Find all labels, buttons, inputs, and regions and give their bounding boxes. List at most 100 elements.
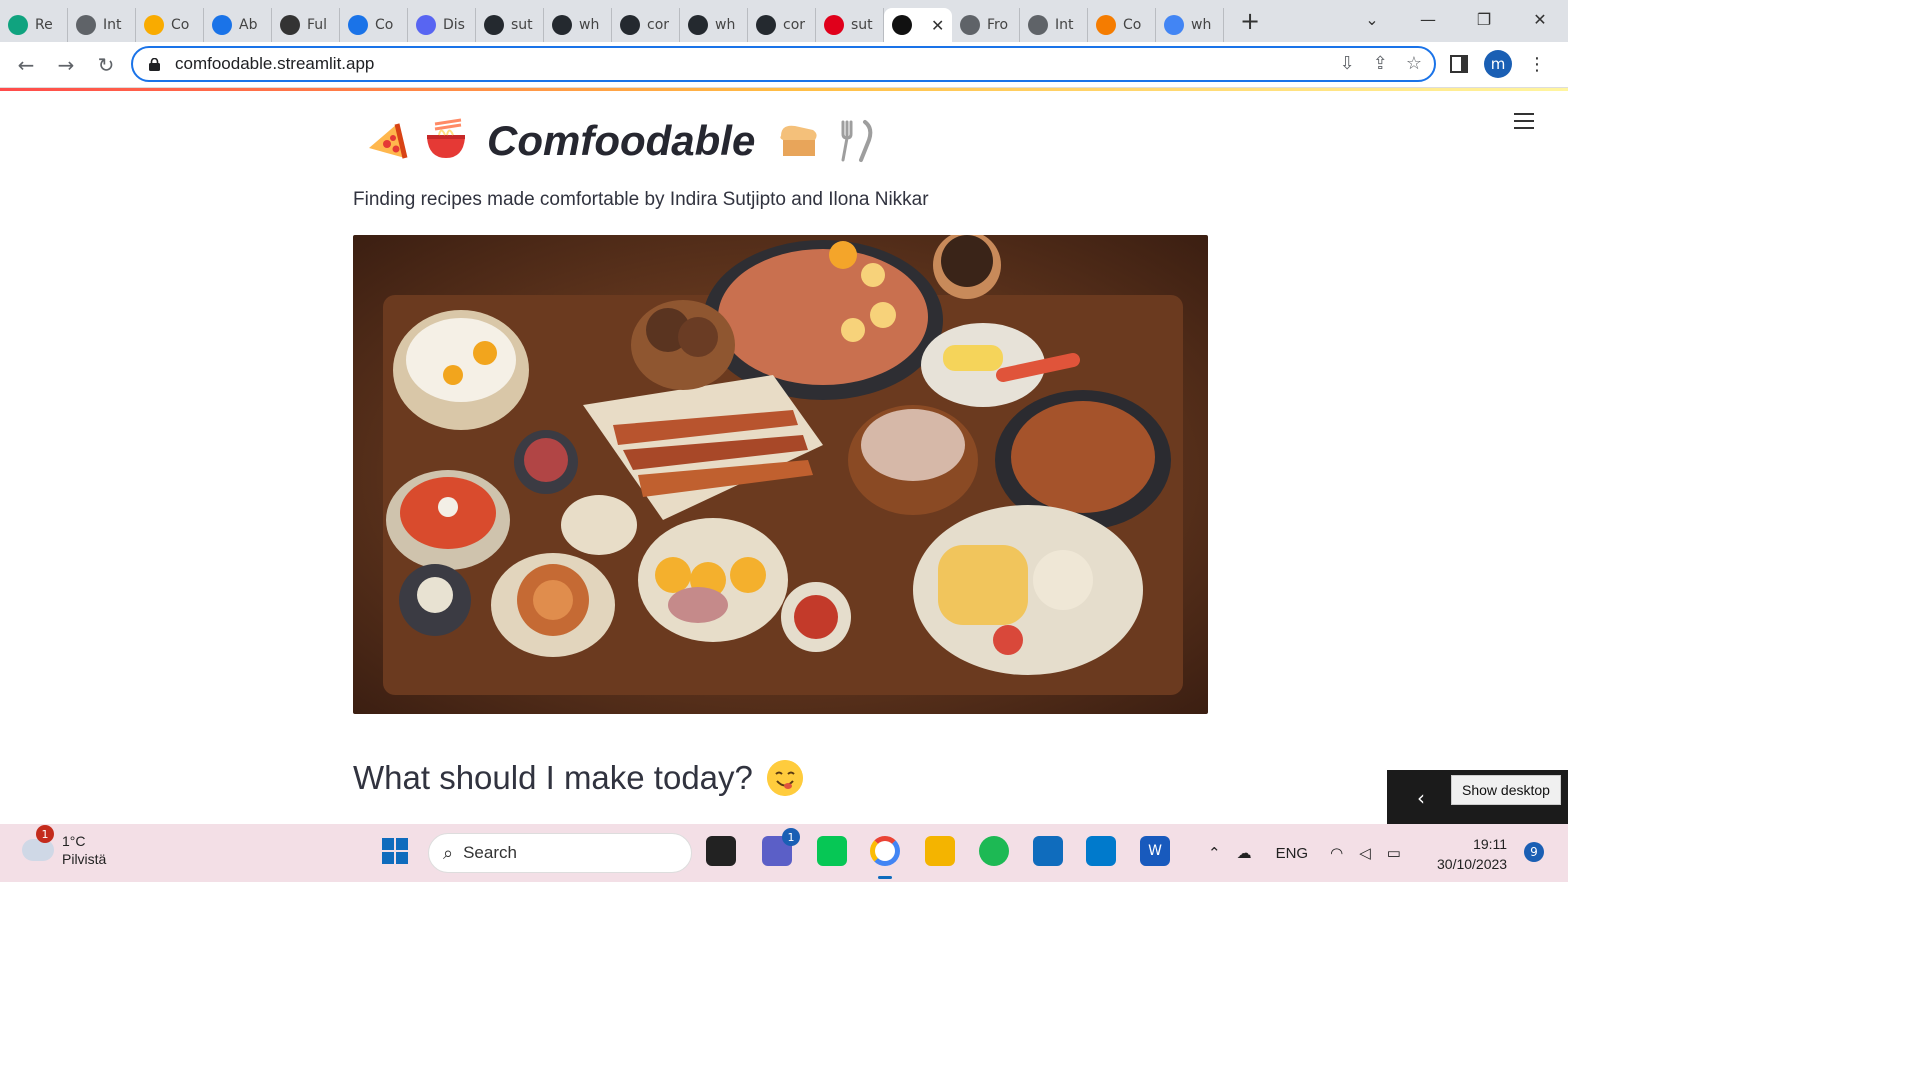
windows-taskbar: 1 1°C Pilvistä ⌕ Search 1 W ⌃ ☁ ENG ◠ ◁ …	[0, 824, 1568, 882]
yum-face-icon	[766, 760, 803, 796]
tab-search-icon[interactable]: ⌄	[1344, 10, 1400, 29]
tab-label: Ful	[307, 17, 328, 33]
app-page: Comfoodable Finding recipes made comfort…	[0, 91, 1568, 824]
tab-label: Int	[103, 17, 122, 33]
coursera-icon	[1096, 15, 1116, 35]
weather-widget[interactable]: 1 1°C Pilvistä	[22, 825, 107, 868]
github-icon	[756, 15, 776, 35]
section-heading-text: What should I make today?	[353, 759, 753, 796]
active-app-indicator	[878, 876, 892, 879]
profile-avatar[interactable]: m	[1484, 50, 1512, 78]
browser-tab[interactable]: wh	[1156, 8, 1224, 42]
app-subtitle: Finding recipes made comfortable by Indi…	[353, 189, 929, 210]
browser-tab[interactable]: Dis	[408, 8, 476, 42]
battery-icon[interactable]: ▭	[1387, 844, 1401, 862]
restore-button[interactable]: ❐	[1456, 10, 1512, 29]
chrome-icon[interactable]	[870, 836, 900, 866]
minimize-button[interactable]: —	[1400, 10, 1456, 29]
close-window-button[interactable]: ✕	[1512, 10, 1568, 29]
lock-icon[interactable]	[149, 57, 160, 71]
volume-icon[interactable]: ◁	[1359, 844, 1371, 862]
main-menu-icon[interactable]	[1514, 113, 1534, 134]
forward-button[interactable]: →	[46, 53, 86, 77]
globe-icon	[960, 15, 980, 35]
windows-logo-icon	[382, 838, 408, 864]
bookmark-star-icon[interactable]: ☆	[1406, 53, 1422, 74]
install-app-icon[interactable]: ⇩	[1340, 53, 1355, 74]
tab-label: Fro	[987, 17, 1009, 33]
file-explorer-icon[interactable]	[925, 836, 955, 866]
globe-icon	[1028, 15, 1048, 35]
browser-tab[interactable]: Int	[68, 8, 136, 42]
language-indicator[interactable]: ENG	[1276, 845, 1309, 862]
browser-tab[interactable]: ✕	[884, 8, 952, 42]
streamlit-icon	[824, 15, 844, 35]
close-tab-icon[interactable]: ✕	[931, 16, 944, 35]
tab-label: cor	[783, 17, 806, 33]
task-view-icon[interactable]	[706, 836, 736, 866]
browser-tab[interactable]: Co	[340, 8, 408, 42]
github-icon	[620, 15, 640, 35]
teams-icon[interactable]: 1	[762, 828, 800, 866]
start-button[interactable]	[380, 836, 410, 866]
outlook-icon[interactable]	[1033, 836, 1063, 866]
tab-label: wh	[1191, 17, 1212, 33]
address-bar[interactable]: comfoodable.streamlit.app ⇩ ⇪ ☆	[131, 46, 1436, 82]
tab-label: Re	[35, 17, 53, 33]
browser-tab[interactable]: sut	[476, 8, 544, 42]
tab-label: cor	[647, 17, 670, 33]
browser-menu-icon[interactable]: ⋮	[1528, 54, 1546, 75]
back-button[interactable]: ←	[6, 53, 46, 77]
vscode-icon[interactable]	[1086, 836, 1116, 866]
browser-tab[interactable]: cor	[612, 8, 680, 42]
browser-tab[interactable]: Ful	[272, 8, 340, 42]
line-icon[interactable]	[817, 836, 847, 866]
browser-tab[interactable]: Ab	[204, 8, 272, 42]
browser-tab[interactable]: Re	[0, 8, 68, 42]
github-icon	[688, 15, 708, 35]
browser-tab-strip: Re Int Co Ab Ful Co Dis sut wh cor wh cor sut ✕ Fro Int…	[0, 0, 1568, 42]
chevron-up-icon[interactable]: ⌃	[1208, 844, 1221, 862]
onedrive-icon[interactable]: ☁	[1237, 844, 1252, 862]
shield-icon	[348, 15, 368, 35]
browser-tab[interactable]: Int	[1020, 8, 1088, 42]
url-text: comfoodable.streamlit.app	[175, 54, 375, 73]
word-icon[interactable]: W	[1140, 836, 1170, 866]
tab-list: Re Int Co Ab Ful Co Dis sut wh cor wh cor sut ✕ Fro Int…	[0, 0, 1224, 42]
tab-label: Co	[375, 17, 394, 33]
tab-label: sut	[511, 17, 533, 33]
weather-desc: Pilvistä	[62, 851, 107, 867]
show-desktop-panel[interactable]: ‹ Show desktop	[1387, 770, 1568, 824]
tab-label: wh	[579, 17, 600, 33]
app-title-text: Comfoodable	[487, 117, 756, 164]
notification-badge[interactable]: 9	[1524, 842, 1544, 862]
browser-tab[interactable]: Co	[136, 8, 204, 42]
github-icon	[552, 15, 572, 35]
square-icon	[280, 15, 300, 35]
clock[interactable]: 19:11 30/10/2023	[1437, 834, 1507, 874]
reload-button[interactable]: ↻	[86, 53, 126, 77]
browser-tab[interactable]: Fro	[952, 8, 1020, 42]
browser-tab[interactable]: sut	[816, 8, 884, 42]
share-icon[interactable]: ⇪	[1373, 53, 1388, 74]
pizza-icon	[369, 123, 408, 159]
search-placeholder: Search	[463, 843, 517, 862]
toolbar-right: m ⋮	[1450, 50, 1546, 78]
chevron-left-icon[interactable]: ‹	[1417, 786, 1425, 810]
browser-tab[interactable]: wh	[680, 8, 748, 42]
show-desktop-tooltip: Show desktop	[1451, 775, 1561, 805]
browser-tab[interactable]: cor	[748, 8, 816, 42]
chatgpt-icon	[8, 15, 28, 35]
new-tab-button[interactable]: +	[1230, 7, 1270, 35]
tab-label: Int	[1055, 17, 1074, 33]
spotify-icon[interactable]	[979, 836, 1009, 866]
wifi-icon[interactable]: ◠	[1330, 844, 1343, 862]
shield-icon	[212, 15, 232, 35]
browser-tab[interactable]: Co	[1088, 8, 1156, 42]
tab-label: Co	[1123, 17, 1142, 33]
taskbar-search[interactable]: ⌕ Search	[428, 833, 692, 873]
side-panel-icon[interactable]	[1450, 55, 1468, 73]
address-bar-actions: ⇩ ⇪ ☆	[1340, 53, 1422, 74]
github-icon	[484, 15, 504, 35]
browser-tab[interactable]: wh	[544, 8, 612, 42]
